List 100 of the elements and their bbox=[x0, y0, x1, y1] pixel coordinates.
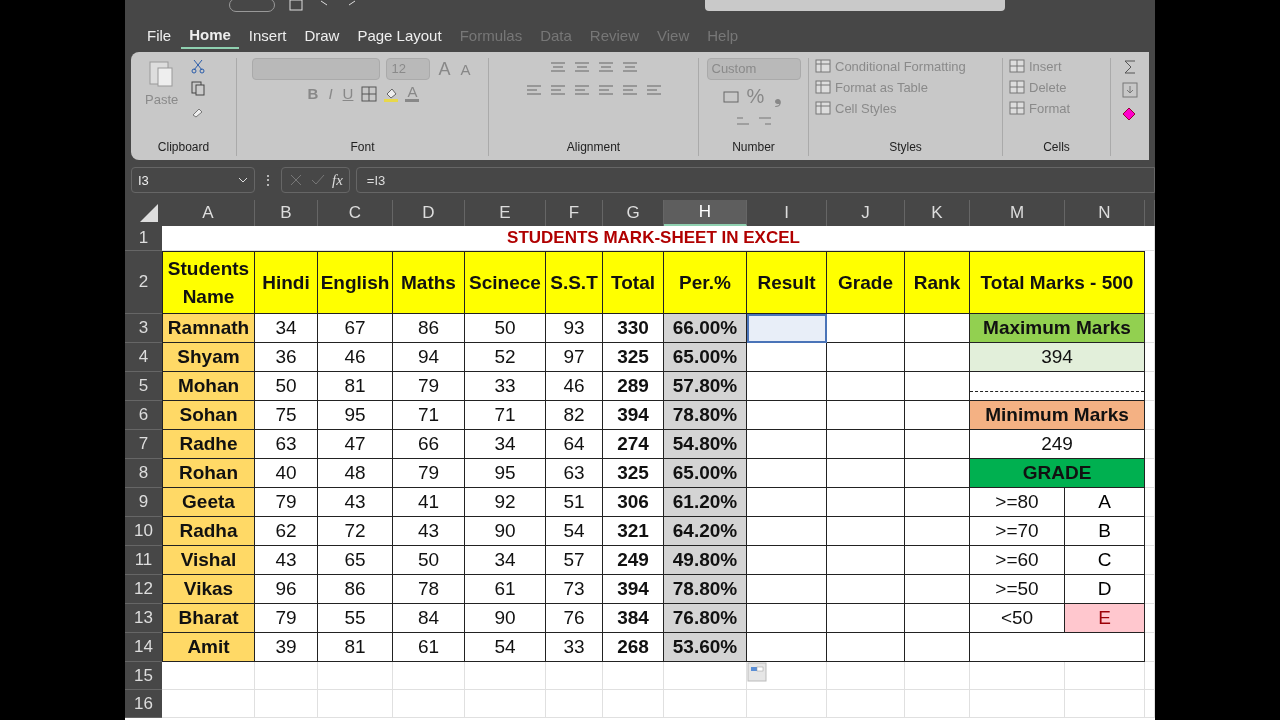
column-header[interactable]: B bbox=[255, 200, 318, 226]
font-name-field[interactable] bbox=[252, 58, 381, 80]
result-cell[interactable] bbox=[747, 575, 827, 604]
marks-cell: 33 bbox=[465, 372, 546, 401]
row-header[interactable]: 7 bbox=[125, 430, 162, 459]
marks-cell: 54 bbox=[465, 633, 546, 662]
formula-field[interactable]: =I3 bbox=[355, 167, 1155, 193]
percentage-cell: 65.00% bbox=[664, 343, 747, 372]
row-header[interactable]: 13 bbox=[125, 604, 162, 633]
row-header[interactable]: 16 bbox=[125, 690, 162, 718]
borders-icon[interactable] bbox=[361, 85, 378, 102]
student-name-cell: Vishal bbox=[162, 546, 255, 575]
row-header[interactable]: 3 bbox=[125, 314, 162, 343]
marks-cell: 48 bbox=[318, 459, 393, 488]
ribbon-tab[interactable]: Page Layout bbox=[349, 22, 450, 48]
save-icon[interactable] bbox=[289, 0, 303, 11]
result-cell[interactable] bbox=[747, 314, 827, 343]
ribbon-tab[interactable]: Home bbox=[181, 21, 239, 49]
copy-icon[interactable] bbox=[190, 80, 207, 96]
percentage-cell: 76.80% bbox=[664, 604, 747, 633]
row-header[interactable]: 4 bbox=[125, 343, 162, 372]
row-header[interactable]: 2 bbox=[125, 251, 162, 314]
insert-function-button[interactable]: fx bbox=[332, 171, 343, 189]
marks-cell: 34 bbox=[255, 314, 318, 343]
percentage-cell: 78.80% bbox=[664, 401, 747, 430]
summary-heading: GRADE bbox=[970, 459, 1145, 488]
marks-cell: 81 bbox=[318, 372, 393, 401]
result-cell[interactable] bbox=[747, 430, 827, 459]
marks-cell: 71 bbox=[393, 401, 465, 430]
ribbon-tab[interactable]: Draw bbox=[296, 22, 348, 48]
column-header[interactable]: D bbox=[393, 200, 465, 226]
empty-cell bbox=[905, 575, 970, 604]
column-header[interactable]: M bbox=[970, 200, 1065, 226]
summary-value: 394 bbox=[970, 343, 1145, 372]
quick-analysis-icon[interactable] bbox=[747, 662, 767, 682]
marks-cell: 36 bbox=[255, 343, 318, 372]
grade-cell: A bbox=[1065, 488, 1145, 517]
marks-cell: 43 bbox=[318, 488, 393, 517]
marks-cell: 61 bbox=[465, 575, 546, 604]
marks-cell: 50 bbox=[465, 314, 546, 343]
search-field[interactable] bbox=[705, 0, 1005, 11]
column-header[interactable]: H bbox=[664, 200, 747, 226]
column-header[interactable]: C bbox=[318, 200, 393, 226]
marks-cell: 46 bbox=[546, 372, 603, 401]
clipboard-icon[interactable] bbox=[147, 58, 176, 88]
column-heading: Hindi bbox=[255, 251, 318, 314]
cells-icon bbox=[1009, 79, 1025, 95]
name-box[interactable]: I3 bbox=[131, 167, 255, 193]
row-header[interactable]: 11 bbox=[125, 546, 162, 575]
table-icon bbox=[815, 100, 831, 116]
ribbon-tab[interactable]: Insert bbox=[240, 22, 295, 48]
student-name-cell: Vikas bbox=[162, 575, 255, 604]
empty-cell bbox=[255, 690, 318, 718]
marks-cell: 41 bbox=[393, 488, 465, 517]
row-header[interactable]: 6 bbox=[125, 401, 162, 430]
row-header[interactable]: 1 bbox=[125, 226, 162, 251]
cells-icon bbox=[1009, 100, 1025, 116]
marks-cell: 63 bbox=[546, 459, 603, 488]
marks-cell: 75 bbox=[255, 401, 318, 430]
column-header[interactable]: E bbox=[465, 200, 546, 226]
marks-cell: 76 bbox=[546, 604, 603, 633]
row-header[interactable]: 9 bbox=[125, 488, 162, 517]
result-cell[interactable] bbox=[747, 343, 827, 372]
marks-cell: 62 bbox=[255, 517, 318, 546]
column-header[interactable]: A bbox=[162, 200, 255, 226]
row-header[interactable]: 14 bbox=[125, 633, 162, 662]
fill-icon[interactable] bbox=[1121, 81, 1139, 99]
row-header[interactable]: 5 bbox=[125, 372, 162, 401]
result-cell[interactable] bbox=[747, 372, 827, 401]
result-cell[interactable] bbox=[747, 517, 827, 546]
marks-cell: 73 bbox=[546, 575, 603, 604]
marks-cell: 90 bbox=[465, 517, 546, 546]
row-header[interactable]: 8 bbox=[125, 459, 162, 488]
column-header[interactable]: F bbox=[546, 200, 603, 226]
empty-cell bbox=[905, 662, 970, 690]
result-cell[interactable] bbox=[747, 604, 827, 633]
result-cell[interactable] bbox=[747, 546, 827, 575]
result-cell[interactable] bbox=[747, 401, 827, 430]
marks-cell: 67 bbox=[318, 314, 393, 343]
result-cell[interactable] bbox=[747, 488, 827, 517]
marks-cell: 90 bbox=[465, 604, 546, 633]
column-header[interactable]: J bbox=[827, 200, 905, 226]
column-header[interactable]: K bbox=[905, 200, 970, 226]
row-header[interactable]: 12 bbox=[125, 575, 162, 604]
row-header[interactable]: 10 bbox=[125, 517, 162, 546]
student-name-cell: Geeta bbox=[162, 488, 255, 517]
column-heading: Total bbox=[603, 251, 664, 314]
ribbon-tab[interactable]: File bbox=[139, 22, 180, 48]
empty-cell bbox=[905, 690, 970, 718]
marks-cell: 79 bbox=[393, 459, 465, 488]
column-header[interactable]: N bbox=[1065, 200, 1145, 226]
row-header[interactable]: 15 bbox=[125, 662, 162, 690]
cancel-icon[interactable] bbox=[288, 172, 304, 188]
summary-heading: Minimum Marks bbox=[970, 401, 1145, 430]
scissors-icon[interactable] bbox=[190, 58, 207, 74]
empty-cell bbox=[905, 517, 970, 546]
marks-cell: 84 bbox=[393, 604, 465, 633]
result-cell[interactable] bbox=[747, 459, 827, 488]
marks-cell: 97 bbox=[546, 343, 603, 372]
column-header[interactable]: I bbox=[747, 200, 827, 226]
